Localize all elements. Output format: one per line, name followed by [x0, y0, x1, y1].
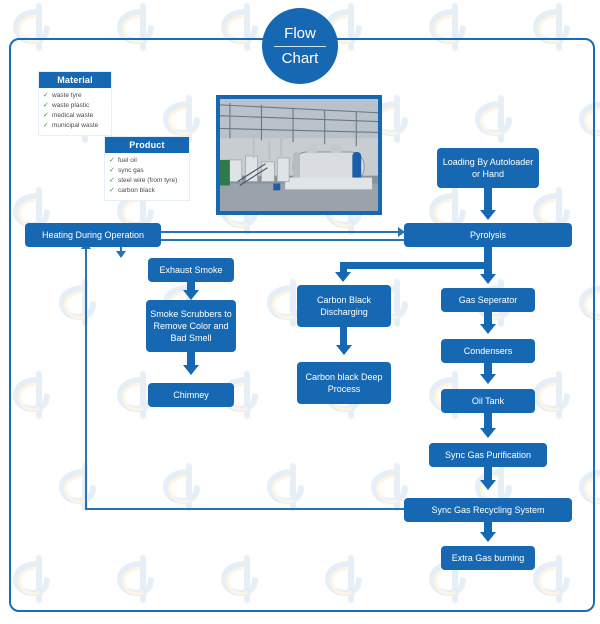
check-icon: ✓ [43, 122, 49, 129]
arrow-down-icon [480, 428, 496, 438]
check-icon: ✓ [109, 167, 115, 174]
plant-illustration [220, 99, 378, 211]
node-smoke-scrubbers[interactable]: Smoke Scrubbers to Remove Color and Bad … [146, 300, 236, 352]
node-exhaust-smoke[interactable]: Exhaust Smoke [148, 258, 234, 282]
connector-loading-to-pyrolysis [484, 188, 492, 211]
title-divider [274, 45, 326, 48]
material-item-label: municipal waste [52, 122, 99, 129]
connector-feedback-horizontal [85, 508, 404, 510]
connector-sgp-to-sgrs [484, 467, 492, 481]
product-item-label: carbon black [118, 187, 155, 194]
list-item: ✓ medical waste [42, 111, 108, 121]
node-carbon-black-deep-process[interactable]: Carbon black Deep Process [297, 362, 391, 404]
connector-pyrolysis-to-exhaust-h [120, 239, 404, 241]
product-panel-header: Product [105, 137, 189, 153]
product-item-label: fuel oil [118, 157, 137, 164]
product-panel: Product ✓ fuel oil ✓ sync gas ✓ steel wire … [104, 136, 190, 201]
arrow-down-icon [335, 272, 351, 282]
check-icon: ✓ [109, 157, 115, 164]
check-icon: ✓ [109, 187, 115, 194]
connector-cbd-to-cbdp [340, 327, 347, 346]
node-chimney[interactable]: Chimney [148, 383, 234, 407]
node-sync-gas-recycling-system[interactable]: Sync Gas Recycling System [404, 498, 572, 522]
list-item: ✓ waste plastic [42, 101, 108, 111]
arrow-down-icon [480, 374, 496, 384]
connector-pyrolysis-branch-bar [340, 262, 492, 269]
arrow-down-icon [480, 532, 496, 542]
node-pyrolysis[interactable]: Pyrolysis [404, 223, 572, 247]
title-line-2: Chart [281, 50, 319, 68]
connector-oiltank-to-sgp [484, 413, 492, 429]
arrow-down-icon [183, 290, 199, 300]
node-condensers[interactable]: Condensers [441, 339, 535, 363]
list-item: ✓ fuel oil [108, 156, 186, 166]
list-item: ✓ sync gas [108, 166, 186, 176]
product-item-label: sync gas [118, 167, 144, 174]
arrow-down-icon [116, 251, 126, 258]
arrow-down-icon [480, 210, 496, 220]
connector-scrubbers-to-chimney [187, 352, 195, 366]
check-icon: ✓ [43, 92, 49, 99]
connector-feedback-vertical [85, 248, 87, 510]
product-item-label: steel wire (from tyre) [118, 177, 178, 184]
product-item-list: ✓ fuel oil ✓ sync gas ✓ steel wire (from ty… [105, 153, 189, 200]
check-icon: ✓ [43, 102, 49, 109]
list-item: ✓ municipal waste [42, 121, 108, 131]
node-heating-during-operation[interactable]: Heating During Operation [25, 223, 161, 247]
list-item: ✓ carbon black [108, 186, 186, 196]
node-gas-seperator[interactable]: Gas Seperator [441, 288, 535, 312]
node-oil-tank[interactable]: Oil Tank [441, 389, 535, 413]
material-item-label: waste plastic [52, 102, 90, 109]
material-panel-header: Material [39, 72, 111, 88]
node-extra-gas-burning[interactable]: Extra Gas burning [441, 546, 535, 570]
material-item-list: ✓ waste tyre ✓ waste plastic ✓ medical wast… [39, 88, 111, 135]
node-sync-gas-purification[interactable]: Sync Gas Purification [429, 443, 547, 467]
page-title: Flow Chart [262, 8, 338, 84]
title-line-1: Flow [284, 24, 316, 42]
arrow-down-icon [480, 274, 496, 284]
arrow-down-icon [183, 365, 199, 375]
arrow-down-icon [336, 345, 352, 355]
check-icon: ✓ [43, 112, 49, 119]
material-item-label: waste tyre [52, 92, 82, 99]
node-carbon-black-discharging[interactable]: Carbon Black Discharging [297, 285, 391, 327]
list-item: ✓ steel wire (from tyre) [108, 176, 186, 186]
material-item-label: medical waste [52, 112, 94, 119]
node-loading-by-autoloader[interactable]: Loading By Autoloader or Hand [437, 148, 539, 188]
arrow-down-icon [480, 324, 496, 334]
material-panel: Material ✓ waste tyre ✓ waste plastic ✓ med… [38, 71, 112, 136]
list-item: ✓ waste tyre [42, 91, 108, 101]
check-icon: ✓ [109, 177, 115, 184]
pyrolysis-plant-photo [216, 95, 382, 215]
arrow-down-icon [480, 480, 496, 490]
